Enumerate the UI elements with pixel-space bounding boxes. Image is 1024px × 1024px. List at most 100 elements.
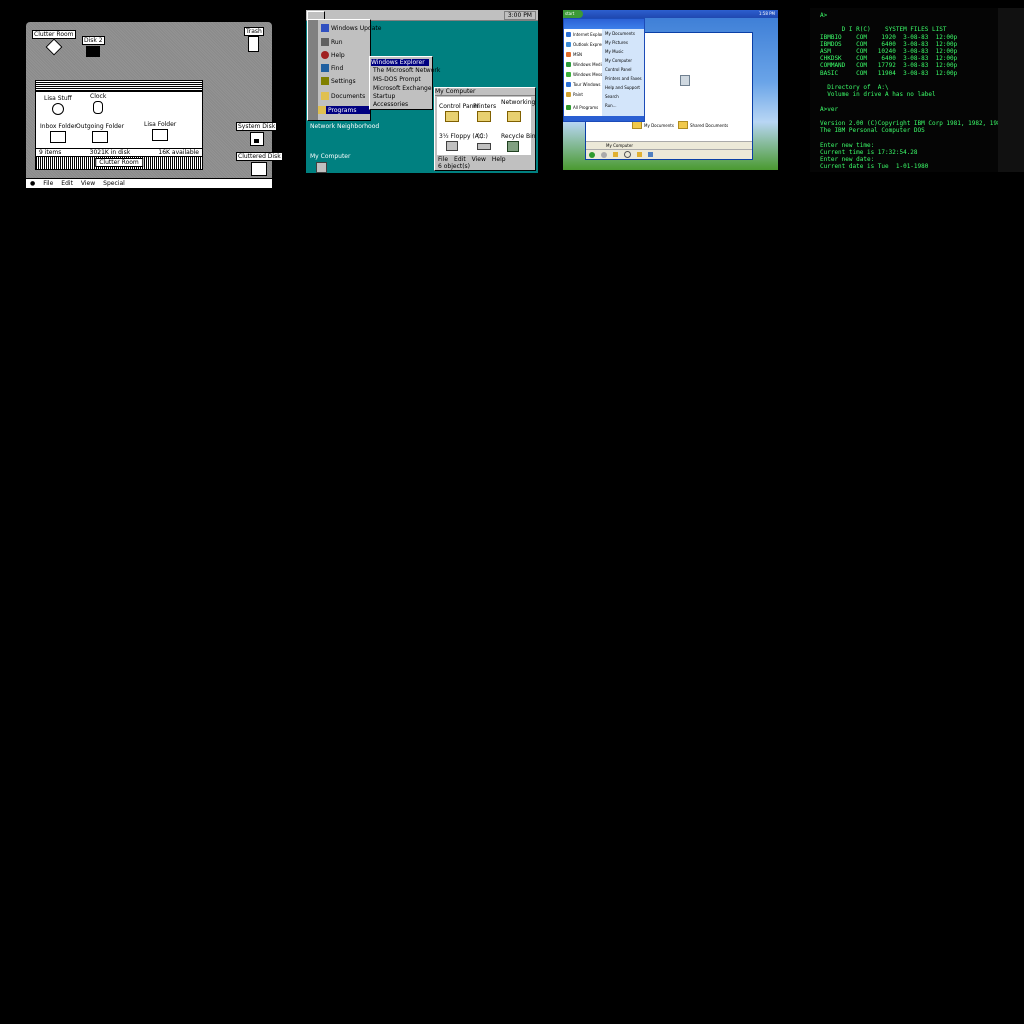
disk-icon	[45, 38, 63, 56]
menu-view[interactable]: View	[81, 180, 95, 187]
networking-icon[interactable]	[507, 111, 521, 122]
window-item[interactable]: Outgoing Folder	[76, 123, 124, 143]
terminal-line: BASIC COM 11904 3-08-83 12:00p	[820, 69, 958, 77]
place-item[interactable]: My Computer	[605, 58, 632, 63]
submenu-item[interactable]: The Microsoft Network	[373, 67, 440, 74]
hard-drive-icon[interactable]	[477, 143, 491, 150]
mac-menubar: ● File Edit View Special	[26, 178, 272, 188]
globe-icon	[321, 24, 329, 32]
place-item[interactable]: Control Panel	[605, 67, 632, 72]
start-item-tour[interactable]: Tour Windows XP	[566, 82, 607, 87]
start-item-windows-update[interactable]: Windows Update	[321, 24, 381, 32]
desktop-icon-clutter-room[interactable]: Clutter Room	[32, 30, 76, 56]
floppy-icon[interactable]	[446, 141, 458, 151]
recycle-bin-icon[interactable]	[316, 162, 327, 173]
menu-file[interactable]: File	[438, 156, 448, 163]
start-menu-footer	[564, 116, 644, 121]
run-icon	[321, 38, 329, 46]
start-item-msn[interactable]: MSN	[566, 52, 582, 57]
place-item[interactable]: Search	[605, 94, 619, 99]
start-item-all-programs[interactable]: All Programs	[566, 105, 598, 110]
find-icon	[321, 64, 329, 72]
place-item[interactable]: Printers and Faxes	[605, 76, 642, 81]
window-item[interactable]: Clock	[90, 93, 106, 114]
my-computer-window[interactable]: My Computer Control Panel Printers Netwo…	[434, 87, 536, 171]
folder-label: Shared Documents	[690, 122, 729, 128]
desktop-icon-network[interactable]: Network Neighborhood	[310, 123, 379, 130]
desktop-icon-label: System Disk	[236, 122, 278, 131]
all-programs-icon	[566, 105, 571, 110]
start-item-documents[interactable]: Documents	[321, 92, 365, 100]
submenu-item[interactable]: Windows Explorer	[371, 59, 429, 66]
place-item[interactable]: Run...	[605, 103, 616, 108]
menu-special[interactable]: Special	[103, 180, 125, 187]
back-icon[interactable]	[589, 151, 595, 158]
start-item-internet-explorer[interactable]: Internet Explorer	[566, 32, 607, 37]
desktop-icon-my-computer[interactable]: My Computer	[310, 153, 350, 160]
window-item[interactable]: Lisa Stuff	[44, 95, 72, 115]
start-menu-header	[564, 19, 644, 29]
terminal-line: Enter new date:	[820, 156, 875, 164]
printers-icon[interactable]	[477, 111, 491, 122]
start-item-settings[interactable]: Settings	[321, 77, 356, 85]
item-label: Outgoing Folder	[76, 123, 125, 130]
terminal-bezel	[998, 8, 1024, 172]
place-item[interactable]: My Pictures	[605, 40, 628, 45]
recycle-bin-icon[interactable]	[507, 141, 519, 152]
start-item-paint[interactable]: Paint	[566, 92, 583, 97]
submenu-item-label: Microsoft Exchange	[373, 85, 432, 92]
folder-shared-documents[interactable]: Shared Documents	[678, 121, 728, 129]
programs-submenu: Windows Explorer The Microsoft Network M…	[369, 56, 440, 110]
start-item-label: Windows Update	[331, 24, 382, 32]
horizontal-scrollbar[interactable]: Clutter Room	[36, 157, 202, 169]
address-bar[interactable]: My Computer	[586, 141, 752, 149]
views-icon[interactable]	[648, 152, 653, 157]
start-item-run[interactable]: Run	[321, 38, 343, 46]
submenu-item[interactable]: MS-DOS Prompt	[373, 76, 421, 83]
desktop-icon-disk-2[interactable]: Disk 2	[82, 36, 105, 57]
finder-window[interactable]: Lisa Stuff Clock Inbox Folder Outgoing F…	[35, 80, 203, 170]
submenu-item[interactable]: Accessories	[373, 101, 408, 108]
terminal-line: A>	[820, 12, 828, 19]
menu-edit[interactable]: Edit	[61, 180, 73, 187]
place-item[interactable]: Help and Support	[605, 85, 640, 90]
desktop-icon-cluttered-disk[interactable]: Cluttered Disk	[236, 152, 283, 176]
control-panel-icon[interactable]	[445, 111, 459, 122]
submenu-item[interactable]: Microsoft Exchange	[373, 85, 432, 92]
recycle-bin-icon[interactable]	[680, 75, 690, 86]
window-menubar: File Edit View Help	[438, 156, 506, 163]
search-icon[interactable]	[624, 151, 631, 158]
folder-icon	[632, 121, 642, 129]
terminal-screen[interactable]: A> D I R(C) SYSTEM FILES LIST IBMBIO COM…	[810, 8, 1024, 172]
place-item[interactable]: My Music	[605, 49, 623, 54]
start-item-outlook-express[interactable]: Outlook Express	[566, 42, 605, 47]
place-item[interactable]: My Documents	[605, 31, 635, 36]
window-titlebar[interactable]	[36, 81, 202, 92]
start-item-help[interactable]: Help	[321, 51, 345, 59]
icon-label: Networking	[501, 99, 536, 106]
window-item[interactable]: Lisa Folder	[144, 121, 176, 141]
start-button[interactable]: start	[563, 10, 583, 18]
submenu-item[interactable]: Startup	[373, 93, 395, 100]
desktop-icon-system-disk[interactable]: System Disk	[236, 122, 278, 146]
menu-help[interactable]: Help	[492, 156, 506, 163]
forward-icon[interactable]	[601, 151, 607, 158]
terminal-line: Directory of A:\	[827, 84, 889, 92]
window-titlebar[interactable]: My Computer	[435, 88, 535, 96]
taskbar: start 1:58 PM	[563, 10, 778, 18]
clock-icon	[93, 101, 104, 114]
menu-file[interactable]: File	[43, 180, 53, 187]
folders-icon[interactable]	[637, 152, 642, 157]
menu-view[interactable]: View	[472, 156, 486, 163]
desktop-icon-label: Network Neighborhood	[310, 123, 380, 130]
desktop-icon-trash[interactable]: Trash	[244, 27, 264, 52]
start-item-find[interactable]: Find	[321, 64, 343, 72]
folder-my-documents[interactable]: My Documents	[632, 121, 674, 129]
start-item-programs[interactable]: Programs	[318, 106, 370, 114]
menu-edit[interactable]: Edit	[454, 156, 466, 163]
start-menu: Windows Update Run Help Find Settings Do…	[307, 19, 381, 121]
window-item[interactable]: Inbox Folder	[40, 123, 77, 143]
up-icon[interactable]	[613, 152, 618, 157]
apple-icon[interactable]: ●	[30, 180, 35, 187]
mac-screen: Clutter Room Disk 2 Trash System Disk Cl…	[26, 22, 283, 188]
